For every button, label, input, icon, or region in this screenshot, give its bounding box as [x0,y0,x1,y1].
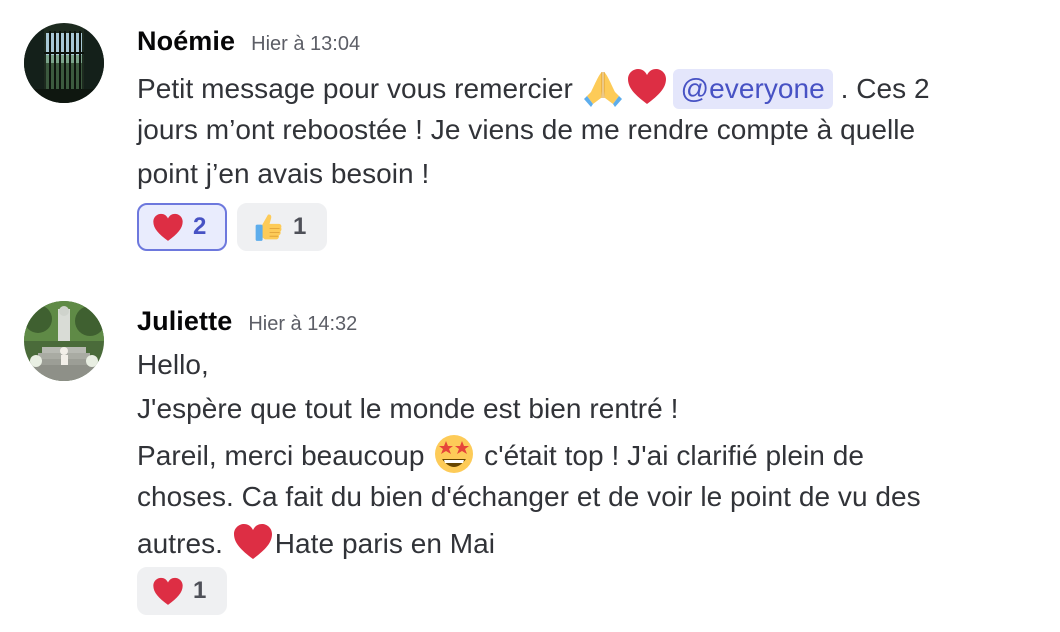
red-heart-icon [625,64,669,108]
message-text: Hate paris en Mai [274,528,496,559]
message-line: J'espère que tout le monde est bien rent… [137,393,679,424]
message-content: Hello, J'espère que tout le monde est bi… [137,343,1017,563]
message-text: . Ces 2 [832,73,930,104]
chat-messages: Noémie Hier à 13:04 Petit message pour v… [0,0,1060,632]
avatar-image [24,23,104,103]
thumbs-up-icon [251,210,285,244]
folded-hands-icon [581,64,625,108]
star-struck-icon [432,431,476,475]
avatar-image [24,301,104,381]
reactions: 2 1 [137,203,327,251]
message-item: Noémie Hier à 13:04 Petit message pour v… [0,0,1060,270]
reaction-count: 1 [193,577,207,604]
message-line: point j’en avais besoin ! [137,158,430,189]
reaction-count: 2 [193,213,207,240]
message-content: Petit message pour vous remercier @every… [137,64,1017,196]
message-text: Petit message pour vous remercier [137,73,581,104]
message-line: choses. Ca fait du bien d'échanger et de… [137,481,921,512]
reaction-heart[interactable]: 1 [137,567,227,615]
avatar[interactable] [24,23,104,103]
message-header: Noémie Hier à 13:04 [137,26,360,57]
message-item: Juliette Hier à 14:32 Hello, J'espère qu… [0,286,1060,632]
red-heart-icon [231,519,275,563]
message-line: Hello, [137,349,209,380]
reactions: 1 [137,567,227,615]
avatar[interactable] [24,301,104,381]
red-heart-icon [151,574,185,608]
username[interactable]: Noémie [137,26,235,57]
mention-everyone[interactable]: @everyone [672,69,833,109]
username[interactable]: Juliette [137,306,232,337]
message-line: Pareil, merci beaucoup c'était top ! J'a… [137,431,1017,475]
message-text: Pareil, merci beaucoup [137,440,433,471]
message-header: Juliette Hier à 14:32 [137,306,357,337]
reaction-count: 1 [293,213,307,240]
message-line: Petit message pour vous remercier @every… [137,64,1017,109]
timestamp[interactable]: Hier à 13:04 [251,33,360,56]
message-text: autres. [137,528,231,559]
reaction-thumbs-up[interactable]: 1 [237,203,327,251]
red-heart-icon [151,210,185,244]
reaction-heart[interactable]: 2 [137,203,227,251]
message-line: autres. Hate paris en Mai [137,519,1017,563]
message-line: jours m’ont reboostée ! Je viens de me r… [137,114,916,145]
timestamp[interactable]: Hier à 14:32 [248,313,357,336]
message-text: c'était top ! J'ai clarifié plein de [476,440,864,471]
